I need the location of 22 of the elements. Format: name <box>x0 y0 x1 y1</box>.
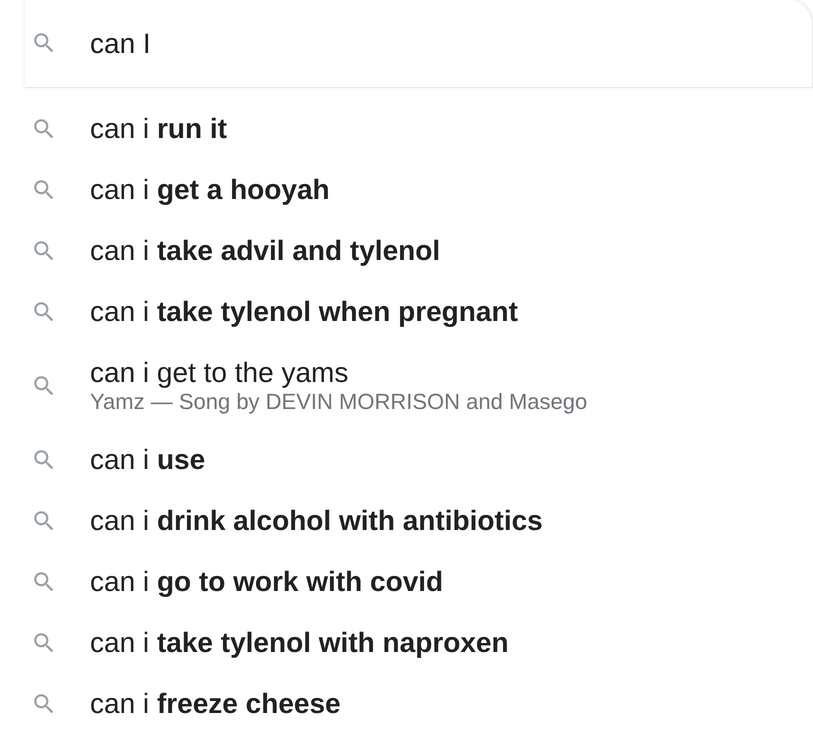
suggestion-item[interactable]: can i freeze cheese <box>0 673 813 734</box>
suggestion-text: can i take tylenol with naproxen <box>90 626 509 658</box>
suggestion-text: can i take tylenol when pregnant <box>90 296 518 328</box>
suggestion-subtitle: Yamz — Song by DEVIN MORRISON and Masego <box>90 388 588 414</box>
search-field[interactable]: can I <box>90 28 690 60</box>
suggestion-text: can i go to work with covid <box>90 566 444 598</box>
suggestion-item[interactable]: can i take tylenol with naproxen <box>0 612 813 673</box>
suggestion-item[interactable]: can i use <box>0 429 813 490</box>
suggestion-item[interactable]: can i get a hooyah <box>0 159 813 220</box>
suggestion-item[interactable]: can i take advil and tylenol <box>0 220 813 281</box>
suggestion-text: can i get to the yams <box>90 356 350 388</box>
suggestion-item[interactable]: can i take tylenol when pregnant <box>0 281 813 342</box>
suggestion-text: can i get a hooyah <box>90 174 330 206</box>
suggestion-item[interactable]: can i get to the yams Yamz — Song by DEVIN MORRISON and Masego <box>0 342 813 429</box>
suggestion-text: can i drink alcohol with antibiotics <box>90 504 543 536</box>
suggestion-item[interactable]: can i run it <box>0 98 813 159</box>
suggestion-text: can i take advil and tylenol <box>90 234 440 266</box>
suggestion-item[interactable]: can i go to work with covid <box>0 551 813 612</box>
suggestion-text: can i use <box>90 444 206 476</box>
suggestion-text: can i freeze cheese <box>90 688 341 720</box>
suggestion-text: can i run it <box>90 112 227 144</box>
suggestion-item[interactable]: can i drink alcohol with antibiotics <box>0 490 813 551</box>
